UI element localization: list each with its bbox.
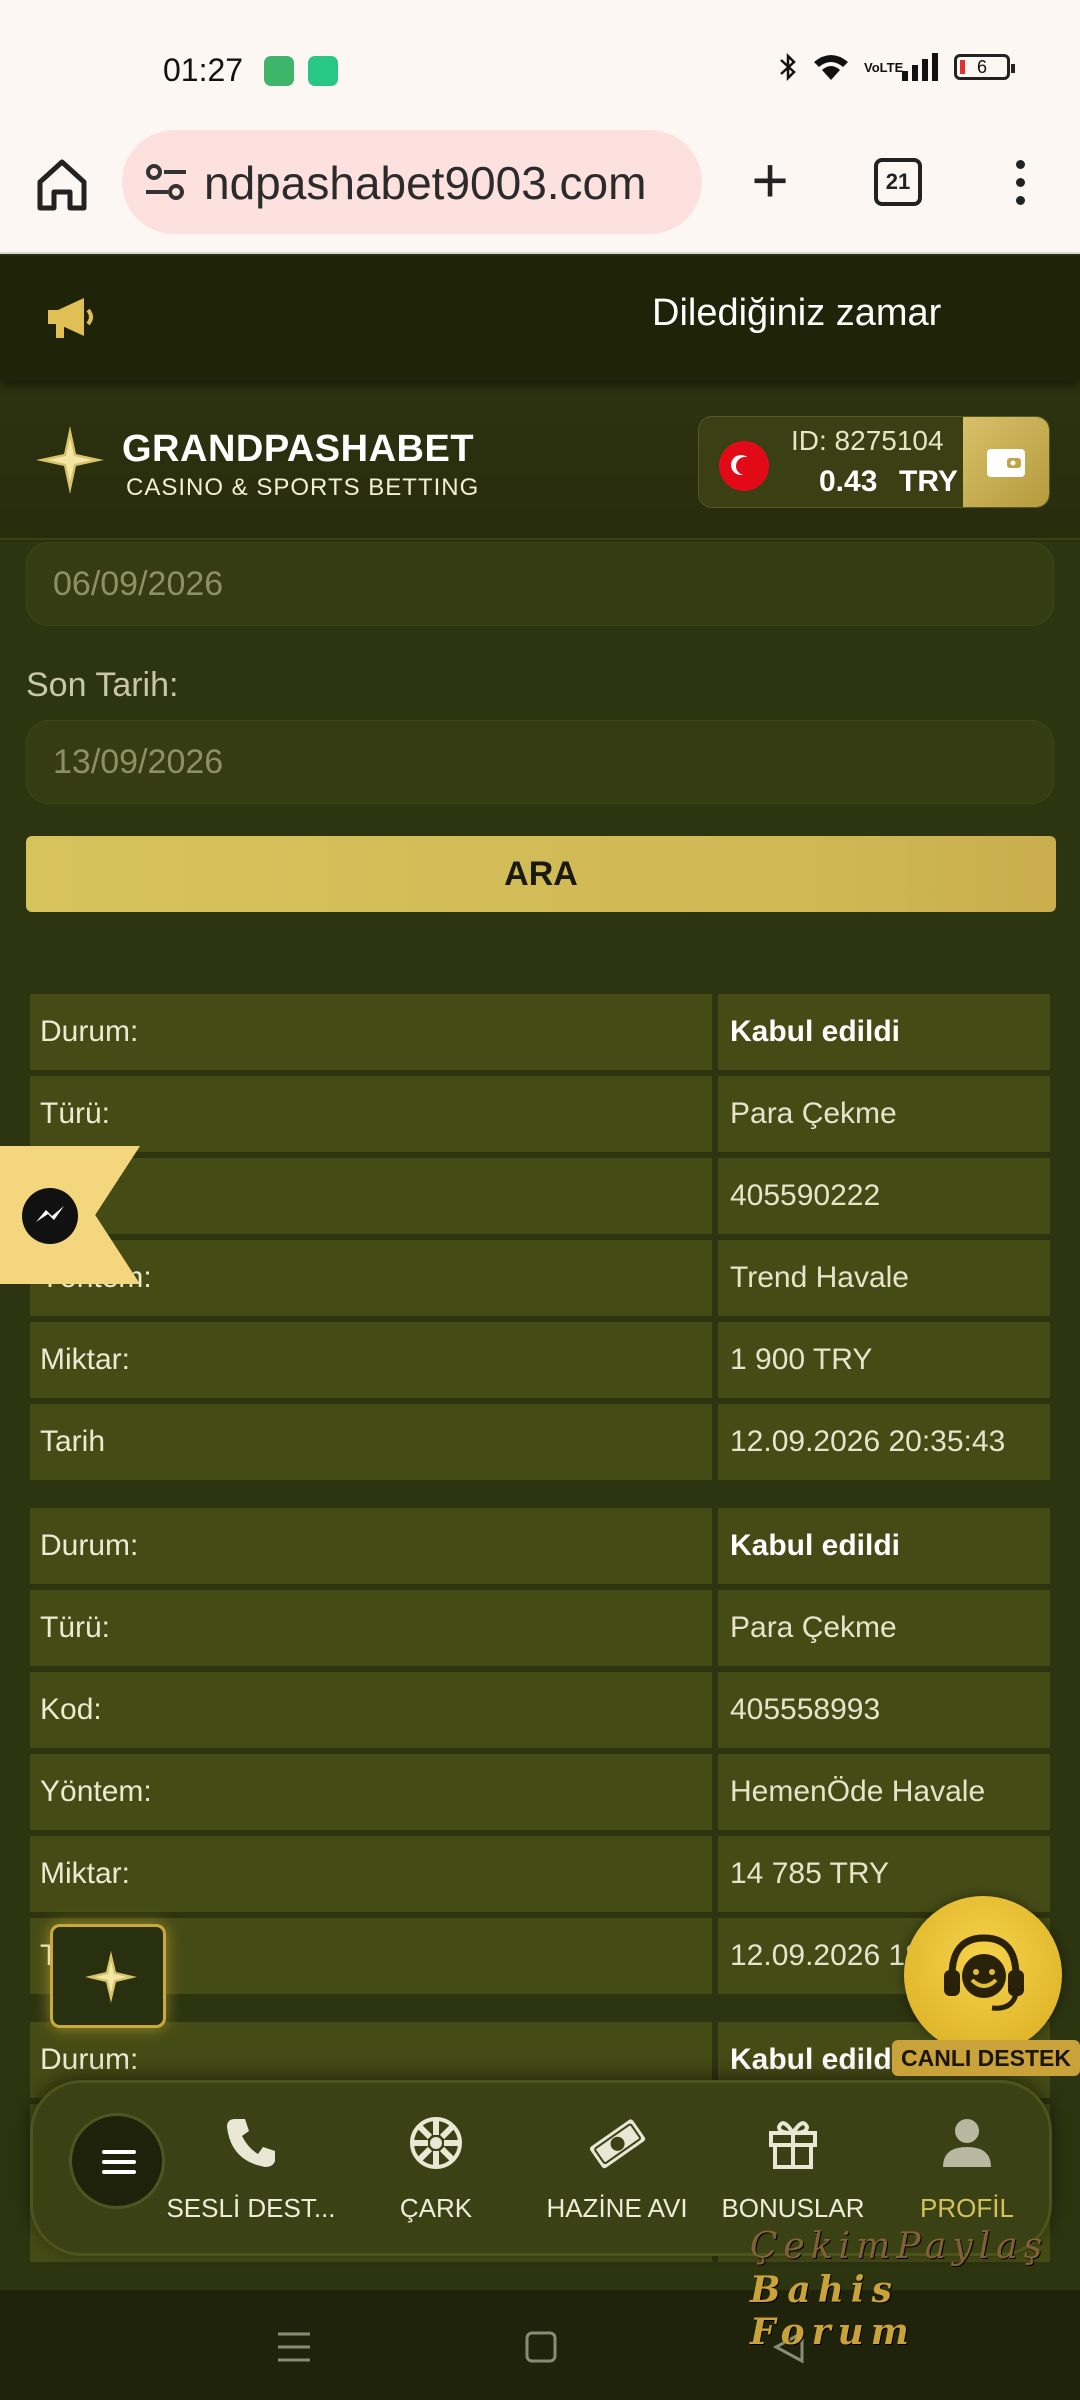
status-time: 01:27	[163, 52, 244, 88]
table-row: Durum: Kabul edildi	[30, 1508, 1050, 1584]
row-key: Türü:	[30, 1590, 712, 1666]
row-value: 405590222	[718, 1158, 1050, 1234]
wheel-icon	[410, 2117, 462, 2169]
status-value: Kabul edildi	[718, 994, 1050, 1070]
row-key: Yöntem:	[30, 1754, 712, 1830]
row-key: Kod:	[30, 1158, 712, 1234]
wifi-icon	[814, 55, 848, 80]
row-value: Para Çekme	[718, 1590, 1050, 1666]
notification-app-icon	[308, 56, 338, 86]
end-date-label: Son Tarih:	[26, 666, 179, 704]
nav-item-treasure-hunt[interactable]: HAZİNE AVI	[529, 2113, 705, 2233]
gift-icon	[769, 2121, 817, 2169]
row-value: Trend Havale	[718, 1240, 1050, 1316]
table-row: Tarih 12.09.2026 20:35:43	[30, 1404, 1050, 1480]
nav-item-wheel[interactable]: ÇARK	[348, 2113, 524, 2233]
table-row: Yöntem:Trend Havale	[30, 1240, 1050, 1316]
menu-line	[102, 2160, 136, 2164]
new-tab-button[interactable]: +	[740, 148, 800, 212]
wallet-button[interactable]	[963, 417, 1049, 507]
announcement-bar: Dilediğiniz zamar	[0, 256, 1080, 380]
hamburger-menu-button[interactable]	[69, 2113, 165, 2209]
nav-label: SESLİ DEST...	[166, 2193, 336, 2223]
star-icon	[85, 1951, 137, 2003]
back-icon[interactable]	[772, 2330, 806, 2364]
menu-line	[102, 2150, 136, 2154]
row-value: 1 900 TRY	[718, 1322, 1050, 1398]
system-home-icon[interactable]	[524, 2330, 558, 2364]
nav-item-profile[interactable]: PROFİL	[879, 2113, 1055, 2233]
site-settings-icon[interactable]	[142, 160, 190, 204]
messenger-icon	[36, 1206, 64, 1222]
start-date-input[interactable]: 06/09/2026	[26, 542, 1054, 626]
battery-icon: 6	[954, 54, 1015, 80]
table-row: Yöntem: HemenÖde Havale	[30, 1754, 1050, 1830]
system-navigation-bar	[0, 2290, 1080, 2400]
status-value: Kabul edildi	[718, 1508, 1050, 1584]
nav-label: BONUSLAR	[721, 2193, 865, 2223]
cash-icon	[589, 2119, 646, 2169]
url-text[interactable]: ndpashabet9003.com	[204, 156, 646, 210]
row-key: Tarih	[30, 1404, 712, 1480]
balance-currency: TRY	[899, 465, 958, 498]
system-icons: VoLTE 6	[778, 52, 1015, 82]
search-button[interactable]: ARA	[26, 836, 1056, 912]
balance-amount: 0.43	[819, 465, 878, 498]
user-id: ID: 8275104	[791, 425, 944, 456]
row-value: 405558993	[718, 1672, 1050, 1748]
home-icon[interactable]	[30, 152, 94, 216]
browser-toolbar: ndpashabet9003.com + 21	[0, 128, 1080, 254]
bottom-navigation: SESLİ DEST... ÇARK HAZİNE AVI BONUSLAR P…	[30, 2080, 1052, 2256]
row-key: Durum:	[30, 994, 712, 1070]
site-header: GRANDPASHABET CASINO & SPORTS BETTING ID…	[0, 380, 1080, 540]
table-row: Kod: 405558993	[30, 1672, 1050, 1748]
tab-switcher-button[interactable]: 21	[874, 158, 922, 206]
table-row: Türü: Para Çekme	[30, 1590, 1050, 1666]
megaphone-icon	[48, 298, 93, 338]
promo-star-button[interactable]	[50, 1924, 166, 2028]
menu-line	[102, 2170, 136, 2174]
row-key: Türü:	[30, 1076, 712, 1152]
brand-name[interactable]: GRANDPASHABET	[122, 428, 474, 471]
signal-icon	[902, 53, 938, 81]
nav-label: PROFİL	[920, 2193, 1014, 2223]
wallet-icon	[987, 449, 1025, 477]
row-key: Miktar:	[30, 1836, 712, 1912]
announcement-text: Dilediğiniz zamar	[652, 292, 942, 334]
battery-level: 6	[976, 56, 987, 77]
row-value: Para Çekme	[718, 1076, 1050, 1152]
messages-app-icon	[264, 56, 294, 86]
nav-item-voice-support[interactable]: SESLİ DEST...	[163, 2113, 339, 2233]
row-key: Miktar:	[30, 1322, 712, 1398]
row-key: Durum:	[30, 1508, 712, 1584]
row-value: HemenÖde Havale	[718, 1754, 1050, 1830]
table-row: Durum: Kabul edildi	[30, 994, 1050, 1070]
turkey-flag-icon	[719, 441, 769, 491]
status-bar: 01:27 VoLTE 6	[0, 0, 1080, 128]
brand-tagline: CASINO & SPORTS BETTING	[126, 474, 480, 501]
nav-label: ÇARK	[399, 2193, 473, 2223]
live-support-label[interactable]: CANLI DESTEK	[892, 2040, 1080, 2076]
table-row: Kod:405590222	[30, 1158, 1050, 1234]
address-bar[interactable]: ndpashabet9003.com	[122, 130, 702, 234]
nav-item-bonuses[interactable]: BONUSLAR	[705, 2113, 881, 2233]
volte-label: VoLTE	[864, 59, 904, 75]
live-support-button[interactable]: CANLI DESTEK	[892, 1892, 1080, 2082]
row-key: Kod:	[30, 1672, 712, 1748]
row-value: 12.09.2026 20:35:43	[718, 1404, 1050, 1480]
headset-agent-icon	[944, 1934, 1024, 2011]
browser-menu-button[interactable]	[1002, 156, 1038, 212]
phone-icon	[227, 2119, 275, 2167]
bluetooth-icon	[780, 52, 796, 82]
profile-icon	[943, 2119, 991, 2167]
logo-star-icon[interactable]	[34, 424, 106, 496]
recent-apps-icon[interactable]	[276, 2330, 312, 2364]
wallet-widget[interactable]: ID: 8275104 0.43 TRY	[698, 416, 1050, 508]
table-row: Türü: Para Çekme	[30, 1076, 1050, 1152]
end-date-input[interactable]: 13/09/2026	[26, 720, 1054, 804]
nav-label: HAZİNE AVI	[546, 2193, 688, 2223]
table-row: Miktar: 1 900 TRY	[30, 1322, 1050, 1398]
